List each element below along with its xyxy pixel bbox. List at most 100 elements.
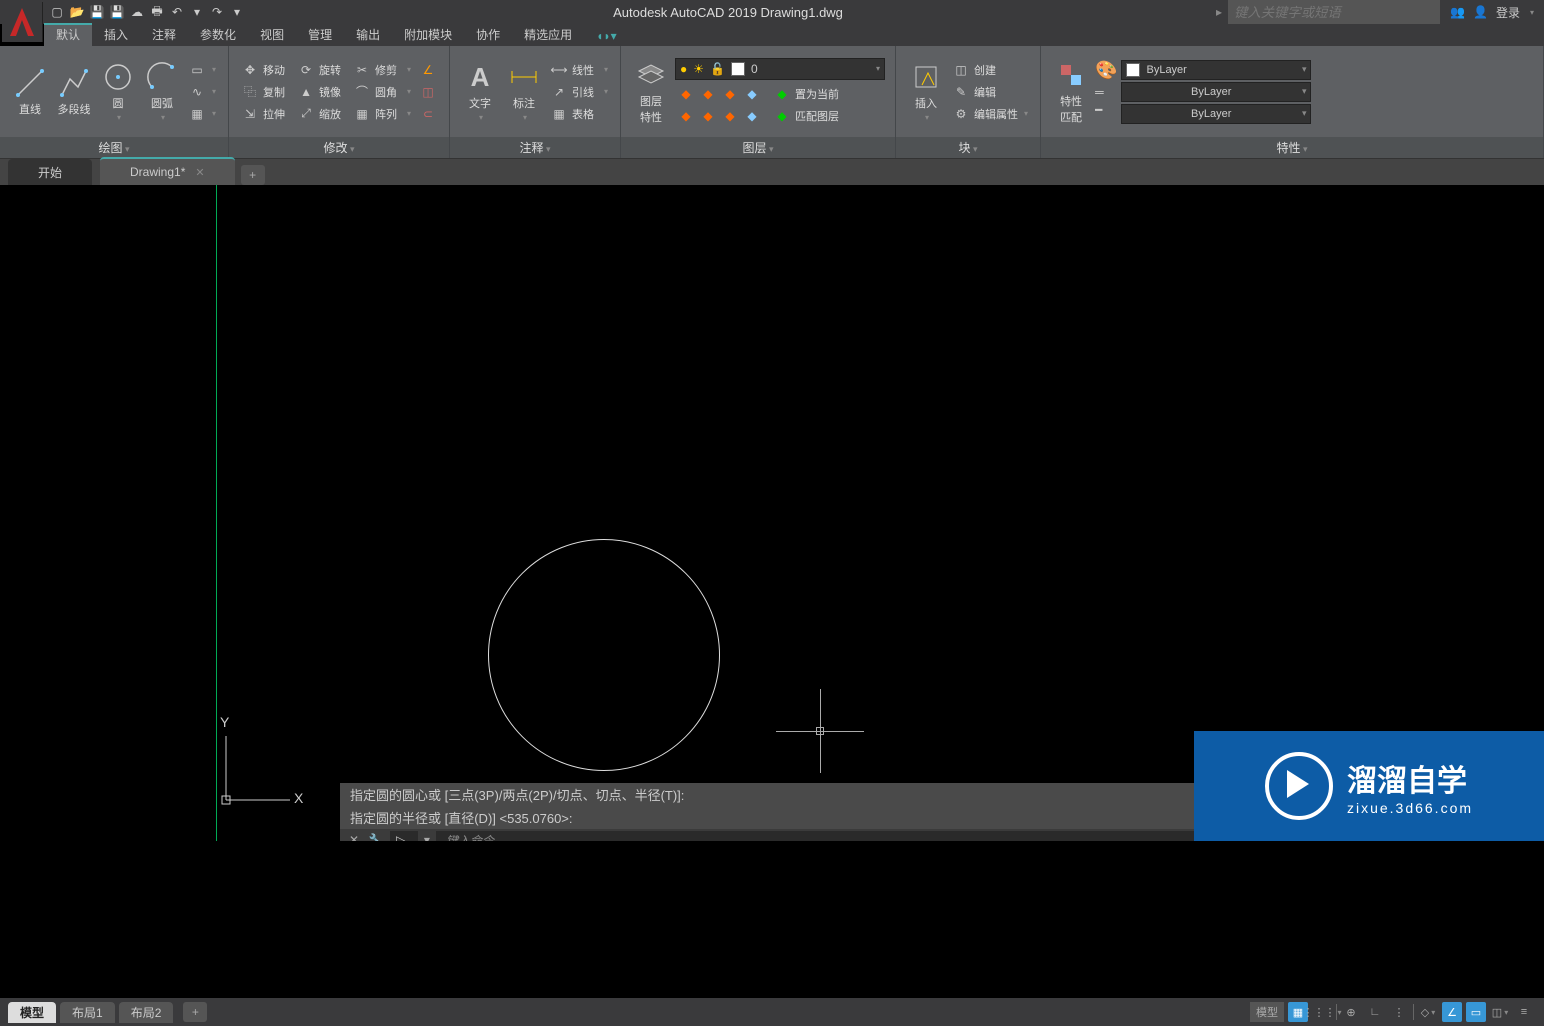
add-tab-button[interactable]: + <box>241 165 265 185</box>
tab-featured[interactable]: 精选应用 <box>512 23 584 46</box>
panel-block-title[interactable]: 块 <box>896 137 1040 158</box>
line-button[interactable]: 直线 <box>10 65 50 119</box>
layer-tool-icon[interactable]: ◆ <box>721 107 739 125</box>
tab-addins[interactable]: 附加模块 <box>392 23 464 46</box>
tab-more-icon[interactable]: ◖◗▾ <box>584 26 629 46</box>
array-button[interactable]: ▦阵列▾ <box>351 104 413 124</box>
tab-annotate[interactable]: 注释 <box>140 23 188 46</box>
color-combo[interactable]: ByLayer <box>1121 60 1311 80</box>
linetype-combo[interactable]: ByLayer <box>1121 104 1311 124</box>
leader-button[interactable]: ↗引线▾ <box>548 82 610 102</box>
polyline-button[interactable]: 多段线 <box>54 65 94 119</box>
scale-button[interactable]: ⤢缩放 <box>295 104 347 124</box>
menu-icon[interactable]: ≡ <box>1514 1002 1534 1022</box>
layer-tool-icon[interactable]: ◆ <box>743 107 761 125</box>
layout2-tab[interactable]: 布局2 <box>119 1002 174 1023</box>
match-layer-button[interactable]: ◆匹配图层 <box>771 106 841 126</box>
layer-props-button[interactable]: 图层 特性 <box>631 57 671 127</box>
redo-icon[interactable]: ↷ <box>208 3 226 21</box>
linetype-button[interactable]: ⟷线性▾ <box>548 60 610 80</box>
layout1-tab[interactable]: 布局1 <box>60 1002 115 1023</box>
close-icon[interactable]: ✕ <box>195 166 204 179</box>
color-wheel-icon[interactable]: 🎨 <box>1095 60 1117 81</box>
match-props-button[interactable]: 特性 匹配 <box>1051 57 1091 127</box>
chevron-down-icon[interactable]: ▾ <box>188 3 206 21</box>
circle-button[interactable]: 圆▾ <box>98 59 138 124</box>
rotate-button[interactable]: ⟳旋转 <box>295 60 347 80</box>
explode-button[interactable]: ◫ <box>417 82 439 102</box>
polar-icon[interactable]: ⊕ <box>1341 1002 1361 1022</box>
tab-output[interactable]: 输出 <box>344 23 392 46</box>
drawing-canvas[interactable]: Y X 指定圆的圆心或 [三点(3P)/两点(2P)/切点、切点、半径(T)]:… <box>0 185 1544 841</box>
tab-insert[interactable]: 插入 <box>92 23 140 46</box>
cmd-run-icon[interactable]: ▷_ <box>390 831 418 841</box>
panel-annot-title[interactable]: 注释 <box>450 137 620 158</box>
layer-tool-icon[interactable]: ◆ <box>677 85 695 103</box>
panel-modify-title[interactable]: 修改 <box>229 137 449 158</box>
chevron-down-icon[interactable]: ▾ <box>228 3 246 21</box>
layer-tool-icon[interactable]: ◆ <box>743 85 761 103</box>
create-block-button[interactable]: ◫创建 <box>950 60 1030 80</box>
lwt-icon[interactable]: ◫▾ <box>1490 1002 1510 1022</box>
circle-entity[interactable] <box>488 539 720 771</box>
stretch-button[interactable]: ⇲拉伸 <box>239 104 291 124</box>
cloud-icon[interactable]: ☁ <box>128 3 146 21</box>
saveas-icon[interactable]: 💾 <box>108 3 126 21</box>
copy-button[interactable]: ⿻复制 <box>239 82 291 102</box>
ortho-icon[interactable]: ∟ <box>1365 1002 1385 1022</box>
plot-icon[interactable]: 🖶 <box>148 3 166 21</box>
iso-icon[interactable]: ◇▾ <box>1418 1002 1438 1022</box>
search-input[interactable] <box>1228 0 1440 24</box>
rect-button[interactable]: ▭▾ <box>186 60 218 80</box>
open-icon[interactable]: 📂 <box>68 3 86 21</box>
model-status-button[interactable]: 模型 <box>1250 1002 1284 1022</box>
insert-block-button[interactable]: 插入▾ <box>906 59 946 124</box>
table-button[interactable]: ▦表格 <box>548 104 610 124</box>
layer-tool-icon[interactable]: ◆ <box>677 107 695 125</box>
set-current-button[interactable]: ◆置为当前 <box>771 84 841 104</box>
tab-collab[interactable]: 协作 <box>464 23 512 46</box>
panel-props-title[interactable]: 特性 <box>1041 137 1543 158</box>
chevron-icon[interactable]: ▾ <box>424 833 430 841</box>
login-button[interactable]: 登录 <box>1496 4 1520 21</box>
drawing-tab[interactable]: Drawing1*✕ <box>100 157 235 185</box>
hatch-button[interactable]: ▦▾ <box>186 104 218 124</box>
lineweight-combo[interactable]: ByLayer <box>1121 82 1311 102</box>
tab-default[interactable]: 默认 <box>44 23 92 46</box>
tab-parametric[interactable]: 参数化 <box>188 23 248 46</box>
expand-icon[interactable]: ▸ <box>1210 5 1228 19</box>
connect-icon[interactable]: 👥 <box>1450 5 1465 19</box>
layer-combo[interactable]: ● ☀ 🔓 0 ▾ <box>675 58 885 80</box>
new-icon[interactable]: ▢ <box>48 3 66 21</box>
panel-draw-title[interactable]: 绘图 <box>0 137 228 158</box>
mirror-button[interactable]: ▲镜像 <box>295 82 347 102</box>
spline-button[interactable]: ∿▾ <box>186 82 218 102</box>
close-icon[interactable]: ✕ <box>346 833 362 841</box>
undo-icon[interactable]: ↶ <box>168 3 186 21</box>
panel-layers-title[interactable]: 图层 <box>621 137 895 158</box>
layer-tool-icon[interactable]: ◆ <box>699 107 717 125</box>
edit-block-button[interactable]: ✎编辑 <box>950 82 1030 102</box>
layer-tool-icon[interactable]: ◆ <box>721 85 739 103</box>
text-button[interactable]: A 文字▾ <box>460 59 500 124</box>
add-layout-button[interactable]: + <box>183 1002 207 1022</box>
start-tab[interactable]: 开始 <box>8 159 92 185</box>
offset-button[interactable]: ⊂ <box>417 104 439 124</box>
model-tab[interactable]: 模型 <box>8 1002 56 1023</box>
app-logo[interactable] <box>2 2 43 42</box>
user-icon[interactable]: 👤 <box>1473 5 1488 19</box>
dimension-button[interactable]: 标注▾ <box>504 59 544 124</box>
erase-button[interactable]: ∠ <box>417 60 439 80</box>
snap-icon[interactable]: ⋮⋮⋮▾ <box>1312 1002 1332 1022</box>
fillet-button[interactable]: ⌒圆角▾ <box>351 82 413 102</box>
save-icon[interactable]: 💾 <box>88 3 106 21</box>
otrack-icon[interactable]: ▭ <box>1466 1002 1486 1022</box>
tab-manage[interactable]: 管理 <box>296 23 344 46</box>
trim-button[interactable]: ✂修剪▾ <box>351 60 413 80</box>
dynamic-icon[interactable]: ⋮ <box>1389 1002 1409 1022</box>
arc-button[interactable]: 圆弧▾ <box>142 59 182 124</box>
edit-attr-button[interactable]: ⚙编辑属性▾ <box>950 104 1030 124</box>
chevron-down-icon[interactable]: ▾ <box>1530 8 1534 17</box>
layer-tool-icon[interactable]: ◆ <box>699 85 717 103</box>
move-button[interactable]: ✥移动 <box>239 60 291 80</box>
